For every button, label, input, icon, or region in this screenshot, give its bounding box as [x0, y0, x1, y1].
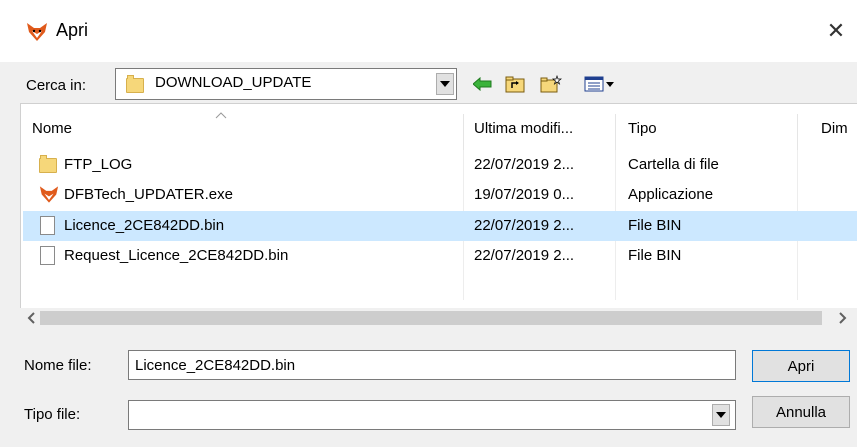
- header-modified[interactable]: Ultima modifi...: [474, 120, 573, 137]
- list-item[interactable]: FTP_LOG 22/07/2019 2... Cartella di file: [23, 150, 857, 180]
- view-list-icon: [584, 76, 614, 92]
- item-modified: 22/07/2019 2...: [474, 217, 575, 234]
- list-item[interactable]: Request_Licence_2CE842DD.bin 22/07/2019 …: [23, 241, 857, 271]
- item-name: DFBTech_UPDATER.exe: [64, 186, 233, 203]
- view-menu-button[interactable]: [582, 72, 618, 96]
- title-bar: [0, 0, 857, 62]
- list-item[interactable]: DFBTech_UPDATER.exe 19/07/2019 0... Appl…: [23, 180, 857, 210]
- file-list[interactable]: Nome Ultima modifi... Tipo Dim FTP_LOG 2…: [20, 103, 857, 328]
- up-folder-button[interactable]: [503, 72, 527, 96]
- new-folder-icon: [540, 75, 562, 93]
- back-button[interactable]: [471, 72, 495, 96]
- close-icon: ✕: [826, 18, 846, 43]
- lookin-value: DOWNLOAD_UPDATE: [155, 74, 312, 91]
- scroll-left-icon[interactable]: [26, 312, 36, 324]
- fox-app-icon: [39, 186, 59, 203]
- scroll-right-icon[interactable]: [838, 312, 848, 324]
- chevron-down-icon: [716, 412, 726, 418]
- filetype-select[interactable]: [128, 400, 736, 430]
- item-name: Request_Licence_2CE842DD.bin: [64, 247, 289, 264]
- cancel-button[interactable]: Annulla: [752, 396, 850, 428]
- column-divider[interactable]: [615, 114, 616, 150]
- folder-icon: [39, 155, 57, 173]
- item-modified: 22/07/2019 2...: [474, 247, 575, 264]
- item-type: Cartella di file: [628, 156, 719, 173]
- close-button[interactable]: ✕: [818, 14, 854, 48]
- lookin-dropdown-button[interactable]: [436, 73, 454, 95]
- item-type: File BIN: [628, 247, 682, 264]
- item-name: FTP_LOG: [64, 156, 133, 173]
- up-folder-icon: [505, 76, 525, 93]
- scrollbar-thumb[interactable]: [40, 311, 822, 325]
- open-button[interactable]: Apri: [752, 350, 850, 382]
- item-type: Applicazione: [628, 186, 714, 203]
- item-modified: 22/07/2019 2...: [474, 156, 575, 173]
- column-divider[interactable]: [797, 114, 798, 150]
- filename-input[interactable]: Licence_2CE842DD.bin: [128, 350, 736, 380]
- item-name: Licence_2CE842DD.bin: [64, 217, 225, 234]
- list-item-selected[interactable]: Licence_2CE842DD.bin 22/07/2019 2... Fil…: [23, 211, 857, 241]
- item-type: File BIN: [628, 217, 682, 234]
- sort-up-icon: [215, 112, 227, 119]
- lookin-label: Cerca in:: [26, 77, 87, 94]
- header-name[interactable]: Nome: [32, 120, 72, 137]
- back-arrow-icon: [473, 77, 492, 91]
- file-icon: [40, 216, 55, 235]
- item-modified: 19/07/2019 0...: [474, 186, 575, 203]
- column-divider[interactable]: [463, 114, 464, 150]
- filetype-label: Tipo file:: [24, 406, 81, 423]
- header-type[interactable]: Tipo: [628, 120, 657, 137]
- filetype-dropdown-button[interactable]: [712, 404, 730, 426]
- file-icon: [40, 246, 55, 265]
- folder-icon: [126, 75, 144, 93]
- new-folder-button[interactable]: [539, 72, 563, 96]
- chevron-down-icon: [440, 81, 450, 87]
- window-title: Apri: [56, 20, 89, 40]
- filename-label: Nome file:: [24, 357, 92, 374]
- fox-app-icon: [27, 23, 47, 41]
- header-size[interactable]: Dim: [821, 120, 848, 137]
